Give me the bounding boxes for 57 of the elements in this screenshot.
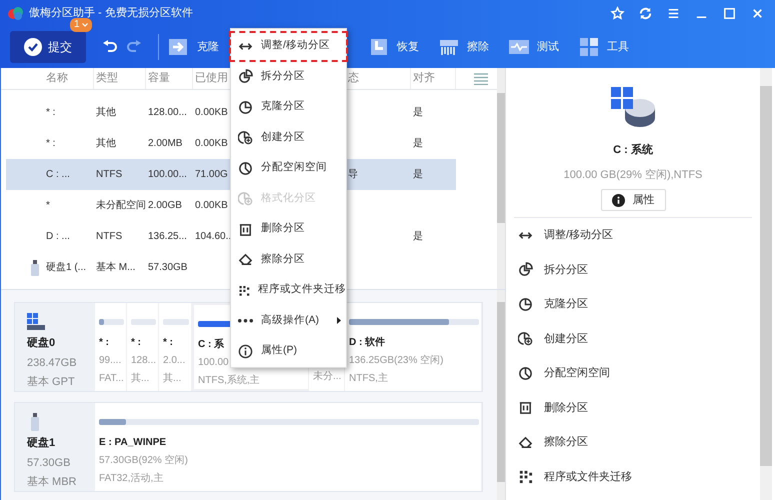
partition-size: 128... <box>131 354 156 368</box>
partition-size: 2.0... <box>163 354 186 368</box>
disk-name: 硬盘0 <box>27 336 56 351</box>
table-cell: 0.00KB <box>195 107 228 118</box>
disk-name: 硬盘1 <box>27 436 56 451</box>
table-cell: 是 <box>413 169 423 180</box>
table-cell: 128.00... <box>148 107 187 118</box>
partition-info: FAT... <box>99 372 124 386</box>
table-cell: 104.60.. <box>195 231 232 242</box>
partition-info: 其... <box>131 372 150 386</box>
disk-size: 57.30GB <box>27 456 72 470</box>
table-cell: 基本 M... <box>96 262 136 273</box>
table-cell: 其他 <box>96 138 116 149</box>
partition-size: 57.30GB(92% 空闲) <box>99 454 188 468</box>
partition-info: NTFS,系统,主 <box>198 374 260 388</box>
table-cell: 57.30GB <box>148 262 188 273</box>
partition-title: * : <box>131 336 141 350</box>
table-cell: D : ... <box>46 231 70 242</box>
table-cell: 其他 <box>96 107 116 118</box>
table-cell: * : <box>46 138 56 149</box>
table-cell: 71.00G <box>195 169 228 180</box>
partition-title: C : 系统 <box>613 142 653 158</box>
table-cell: 未分配空间 <box>96 200 146 211</box>
partition-title: D : 软件 <box>349 336 386 350</box>
partition-info: NTFS,主 <box>349 372 388 386</box>
table-cell: 是 <box>413 107 423 118</box>
table-cell: * : <box>46 107 56 118</box>
partition-title: * : <box>163 336 173 350</box>
table-cell: 硬盘1 (... <box>46 262 86 273</box>
table-cell: 136.25... <box>148 231 187 242</box>
table-cell: 0.00KB <box>195 200 228 211</box>
window-title: 傲梅分区助手 - 免费无损分区软件 <box>29 6 193 20</box>
table-cell: 导 <box>348 169 358 180</box>
table-cell: 2.00MB <box>148 138 182 149</box>
partition-summary: 100.00 GB(29% 空闲),NTFS <box>564 168 702 182</box>
partition-title: * : <box>99 336 109 350</box>
partition-size: 136.25GB(23% 空闲) <box>349 354 444 368</box>
partition-title: C : 系 <box>198 338 224 352</box>
table-cell: NTFS <box>96 169 122 180</box>
table-cell: * <box>46 200 50 211</box>
partition-info: FAT32,活动,主 <box>99 472 164 486</box>
pending-count-badge: 1 <box>70 18 92 32</box>
partition-title: E : PA_WINPE <box>99 436 166 450</box>
partition-info: 其... <box>163 372 182 386</box>
partition-info: 未分... <box>313 370 342 384</box>
disk-size: 238.47GB <box>27 356 78 370</box>
partition-size: 99.... <box>99 354 122 368</box>
disk-style: 基本 GPT <box>27 375 76 390</box>
table-cell: 2.00GB <box>148 200 182 211</box>
table-cell: 0.00KB <box>195 138 228 149</box>
table-cell: 100.00... <box>148 169 187 180</box>
table-cell: C : ... <box>46 169 70 180</box>
partition-size: 100.00 <box>198 356 229 370</box>
table-cell: 是 <box>413 231 423 242</box>
table-cell: NTFS <box>96 231 122 242</box>
table-cell: 是 <box>413 138 423 149</box>
disk-style: 基本 MBR <box>27 475 78 490</box>
